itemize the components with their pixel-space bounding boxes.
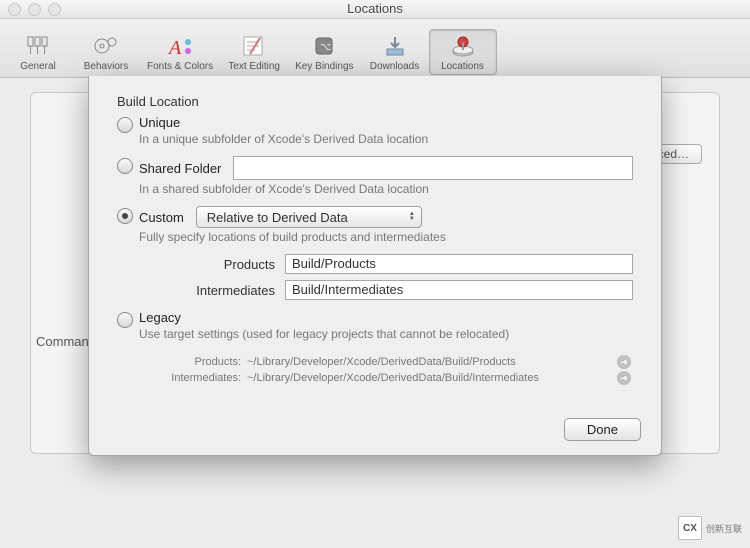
toolbar-item-behaviors[interactable]: Behaviors [72,29,140,75]
preferences-window: Locations General Behaviors A Fonts & Co… [0,0,750,548]
radio-unique-label: Unique [139,115,180,130]
key-icon: ⌥ [308,32,340,60]
reveal-in-finder-icon[interactable]: ➜ [617,371,631,385]
done-button[interactable]: Done [564,418,641,441]
toolbar-item-locations[interactable]: Locations [429,29,497,75]
titlebar: Locations [0,0,750,19]
watermark: CX 创新互联 [678,516,742,540]
svg-text:A: A [167,37,182,58]
toolbar-label: Fonts & Colors [147,61,213,72]
paths-products-value: ~/Library/Developer/Xcode/DerivedData/Bu… [247,356,611,368]
option-custom: Custom Relative to Derived Data ▲▼ Fully… [117,206,633,300]
radio-custom-label: Custom [139,210,184,225]
toolbar-label: Key Bindings [295,61,353,72]
download-icon [379,32,411,60]
toolbar-label: General [11,61,65,72]
custom-relative-popup[interactable]: Relative to Derived Data ▲▼ [196,206,422,228]
radio-legacy[interactable] [117,312,133,328]
toolbar-item-fonts-colors[interactable]: A Fonts & Colors [140,29,220,75]
intermediates-input[interactable] [285,280,633,300]
reveal-in-finder-icon[interactable]: ➜ [617,355,631,369]
radio-custom[interactable] [117,208,133,224]
switches-icon [22,32,54,60]
zoom-icon[interactable] [48,3,61,16]
toolbar-label: Downloads [368,61,422,72]
toolbar-label: Locations [436,61,490,72]
toolbar-label: Behaviors [79,61,133,72]
watermark-text: 创新互联 [706,522,742,535]
paths-intermediates-value: ~/Library/Developer/Xcode/DerivedData/Bu… [247,372,611,384]
text-editing-icon [238,32,270,60]
preferences-toolbar: General Behaviors A Fonts & Colors Text … [0,19,750,78]
svg-text:⌥: ⌥ [320,42,332,53]
traffic-lights [8,3,61,16]
legacy-desc: Use target settings (used for legacy pro… [139,327,633,341]
gears-icon [90,32,122,60]
toolbar-item-general[interactable]: General [4,29,72,75]
shared-folder-input[interactable] [233,156,633,180]
unique-desc: In a unique subfolder of Xcode's Derived… [139,132,633,146]
option-shared: Shared Folder In a shared subfolder of X… [117,156,633,196]
watermark-logo-icon: CX [678,516,702,540]
chevron-up-down-icon: ▲▼ [407,212,417,222]
option-unique: Unique In a unique subfolder of Xcode's … [117,115,633,146]
radio-shared-label: Shared Folder [139,161,221,176]
sheet-heading: Build Location [117,94,633,109]
toolbar-item-key-bindings[interactable]: ⌥ Key Bindings [288,29,360,75]
commandline-label-fragment: Comman [36,334,89,349]
close-icon[interactable] [8,3,21,16]
paths-intermediates-label: Intermediates: [117,372,241,384]
toolbar-item-text-editing[interactable]: Text Editing [220,29,288,75]
popup-value: Relative to Derived Data [207,210,348,225]
radio-unique[interactable] [117,117,133,133]
fonts-colors-icon: A [164,32,196,60]
toolbar-label: Text Editing [227,61,281,72]
window-title: Locations [0,0,750,18]
radio-shared[interactable] [117,158,133,174]
products-input[interactable] [285,254,633,274]
resolved-paths: Products: ~/Library/Developer/Xcode/Deri… [117,355,633,385]
intermediates-label: Intermediates [181,283,275,298]
paths-products-label: Products: [117,356,241,368]
build-location-sheet: Build Location Unique In a unique subfol… [88,76,662,456]
radio-legacy-label: Legacy [139,310,181,325]
shared-desc: In a shared subfolder of Xcode's Derived… [139,182,633,196]
disk-icon [447,32,479,60]
custom-desc: Fully specify locations of build product… [139,230,633,244]
option-legacy: Legacy Use target settings (used for leg… [117,310,633,341]
toolbar-item-downloads[interactable]: Downloads [361,29,429,75]
minimize-icon[interactable] [28,3,41,16]
products-label: Products [181,257,275,272]
